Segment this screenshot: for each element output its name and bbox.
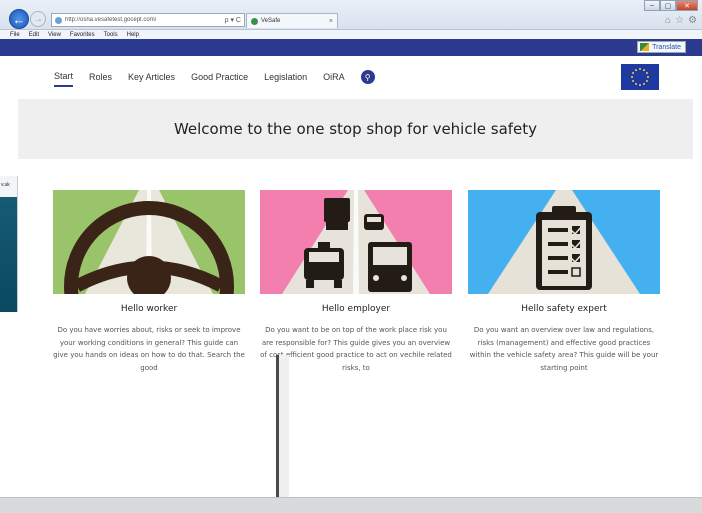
tab-close-icon[interactable]: × xyxy=(329,18,337,25)
worker-hero-image[interactable] xyxy=(53,190,245,294)
translate-icon xyxy=(640,43,650,51)
search-icon[interactable]: ⚲ xyxy=(360,70,375,84)
background-window-pane xyxy=(0,197,17,312)
site-favicon-icon xyxy=(55,16,62,24)
menu-help[interactable]: Help xyxy=(127,32,139,38)
background-window[interactable]: v.uk xyxy=(0,176,18,312)
status-bar xyxy=(0,497,702,513)
card-worker-text: Do you have worries about, risks or seek… xyxy=(53,326,245,372)
card-safety-expert[interactable]: Hello safety expert Do you want an overv… xyxy=(468,190,660,374)
main-navigation: Start Roles Key Articles Good Practice L… xyxy=(54,70,375,87)
translate-button[interactable]: Translate xyxy=(637,41,686,53)
menu-bar: File Edit View Favorites Tools Help xyxy=(0,30,702,39)
traffic-vehicles-icon xyxy=(260,190,452,294)
forward-button[interactable]: → xyxy=(30,11,46,27)
maximize-button[interactable]: ▢ xyxy=(660,0,676,11)
pane-splitter[interactable] xyxy=(276,355,279,498)
card-safety-expert-title[interactable]: Hello safety expert xyxy=(468,304,660,314)
arrow-right-icon: → xyxy=(33,13,43,25)
site-topbar: Translate xyxy=(0,39,702,56)
close-window-button[interactable]: ✕ xyxy=(676,0,698,11)
home-icon[interactable]: ⌂ xyxy=(665,15,671,26)
card-employer-title[interactable]: Hello employer xyxy=(260,304,452,314)
nav-roles[interactable]: Roles xyxy=(89,72,112,86)
gear-icon[interactable]: ⚙ xyxy=(688,15,697,26)
nav-oira[interactable]: OiRA xyxy=(323,72,345,86)
tab-favicon-icon xyxy=(251,17,258,25)
eu-flag-icon xyxy=(621,64,659,90)
nav-key-articles[interactable]: Key Articles xyxy=(128,72,175,86)
card-employer[interactable]: Hello employer Do you want to be on top … xyxy=(260,190,452,374)
nav-start[interactable]: Start xyxy=(54,71,74,87)
checklist-clipboard-icon xyxy=(468,190,660,294)
card-safety-expert-text: Do you want an overview over law and reg… xyxy=(469,326,659,372)
steering-wheel-icon xyxy=(53,190,245,294)
menu-file[interactable]: File xyxy=(10,32,20,38)
eu-flag-logo xyxy=(621,64,659,90)
pane-splitter-shadow xyxy=(279,355,289,498)
menu-view[interactable]: View xyxy=(48,32,61,38)
background-window-url: v.uk xyxy=(1,182,10,188)
nav-legislation[interactable]: Legislation xyxy=(264,72,307,86)
browser-chrome: ← → http://osha.vesafetest.gocept.com/ ρ… xyxy=(0,0,702,30)
arrow-left-icon: ← xyxy=(12,11,26,27)
menu-favorites[interactable]: Favorites xyxy=(70,32,95,38)
address-bar[interactable]: http://osha.vesafetest.gocept.com/ ρ ▾ C xyxy=(51,13,245,27)
translate-label: Translate xyxy=(652,43,681,51)
browser-tab[interactable]: VeSafe × xyxy=(246,13,338,28)
menu-edit[interactable]: Edit xyxy=(29,32,39,38)
employer-hero-image[interactable] xyxy=(260,190,452,294)
page-title: Welcome to the one stop shop for vehicle… xyxy=(173,120,538,138)
safety-expert-hero-image[interactable] xyxy=(468,190,660,294)
back-button[interactable]: ← xyxy=(9,9,29,29)
address-url[interactable]: http://osha.vesafetest.gocept.com/ xyxy=(65,17,156,23)
window-buttons: – ▢ ✕ xyxy=(644,0,698,11)
address-controls[interactable]: ρ ▾ C xyxy=(225,16,244,24)
minimize-button[interactable]: – xyxy=(644,0,660,11)
card-worker-title[interactable]: Hello worker xyxy=(53,304,245,314)
star-icon[interactable]: ☆ xyxy=(675,15,684,26)
card-worker[interactable]: Hello worker Do you have worries about, … xyxy=(53,190,245,374)
tab-title: VeSafe xyxy=(261,18,281,24)
nav-good-practice[interactable]: Good Practice xyxy=(191,72,248,86)
menu-tools[interactable]: Tools xyxy=(104,32,118,38)
welcome-banner: Welcome to the one stop shop for vehicle… xyxy=(18,99,693,159)
toolbar-icons: ⌂ ☆ ⚙ xyxy=(665,15,697,26)
